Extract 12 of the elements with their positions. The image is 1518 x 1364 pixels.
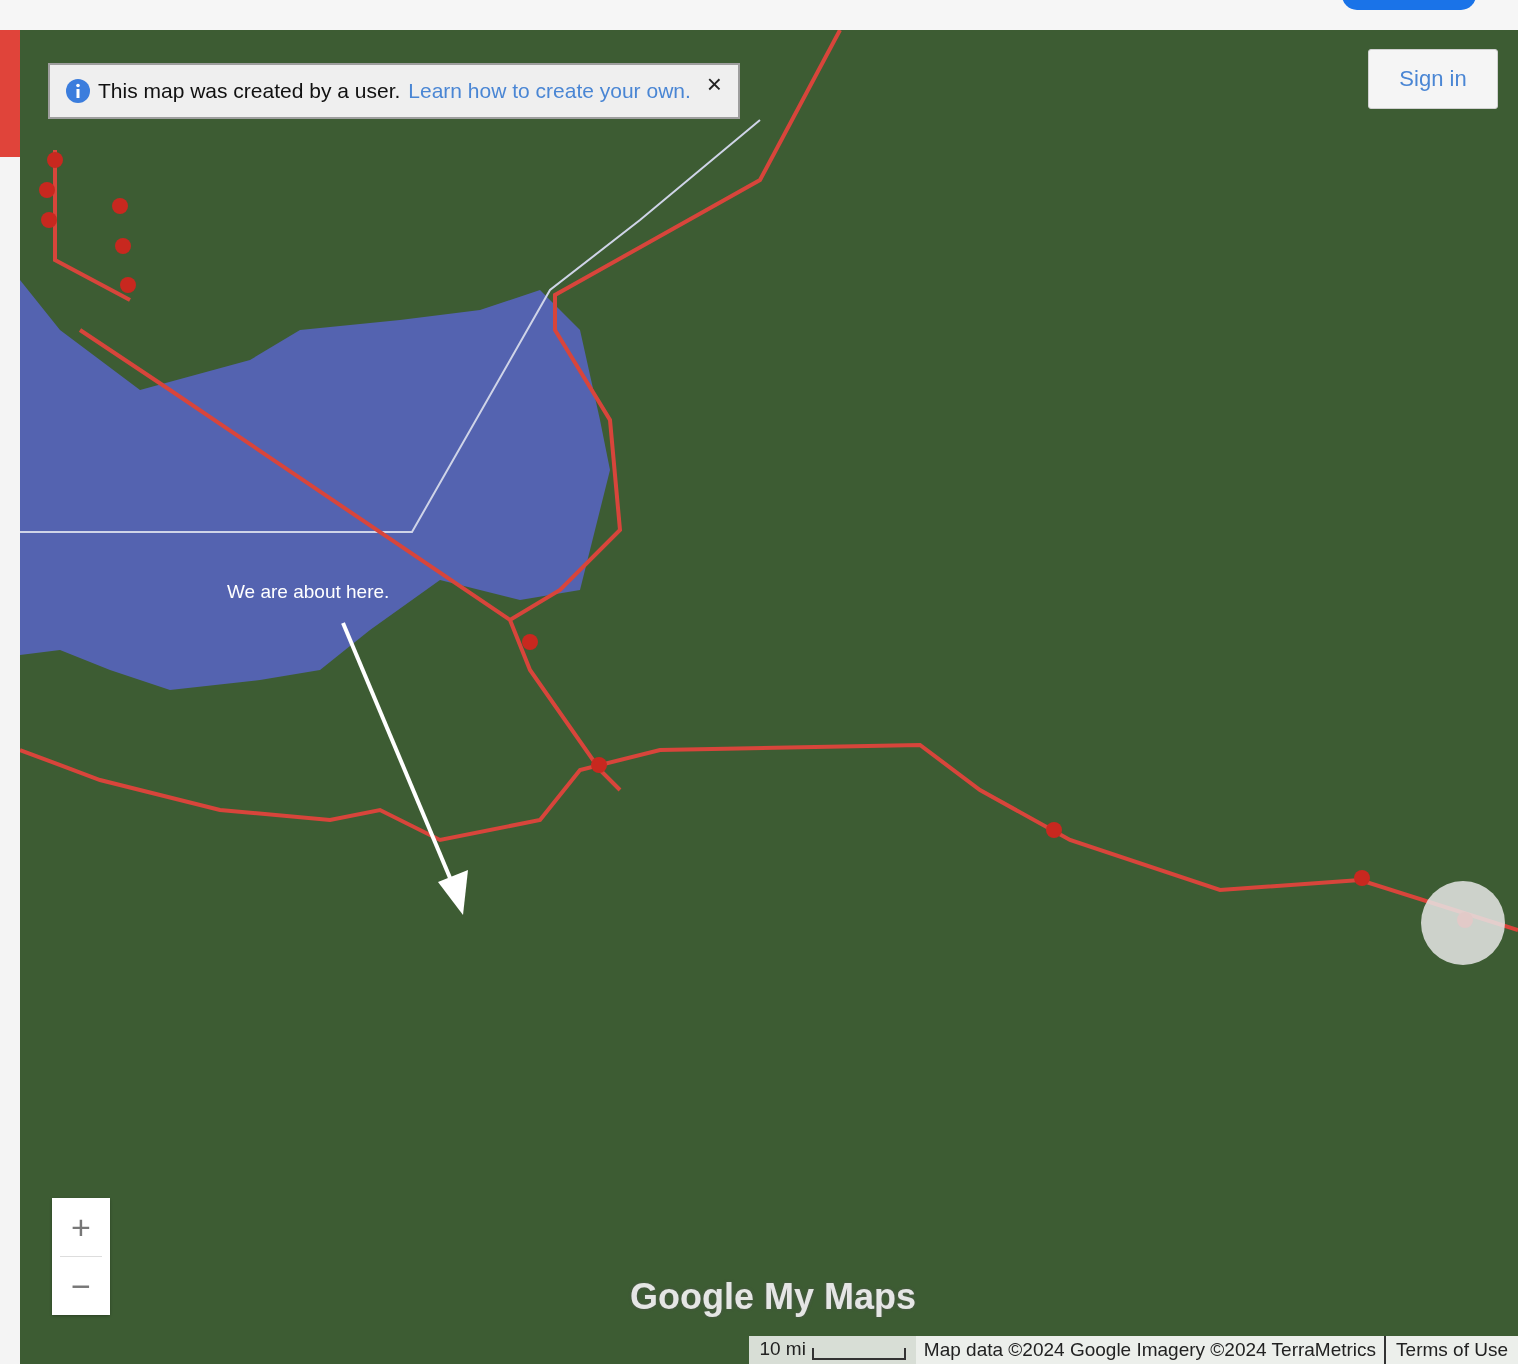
learn-link[interactable]: Learn how to create your own.: [408, 79, 691, 103]
info-icon: [66, 79, 90, 103]
annotation-label: We are about here.: [227, 581, 390, 603]
logo: Google My Maps: [630, 1276, 917, 1318]
close-button[interactable]: ×: [702, 69, 726, 100]
sign-in-button[interactable]: Sign in: [1368, 49, 1498, 109]
notice-text: This map was created by a user.: [98, 79, 401, 103]
zoom-in-button[interactable]: +: [52, 1198, 110, 1256]
scale-bar: 10 mi: [749, 1336, 916, 1364]
terms-link[interactable]: Terms of Use: [1384, 1336, 1518, 1364]
zoom-out-button[interactable]: −: [52, 1257, 110, 1315]
attribution-text: Map data ©2024 Google Imagery ©2024 TerraMetrics: [915, 1336, 1385, 1364]
